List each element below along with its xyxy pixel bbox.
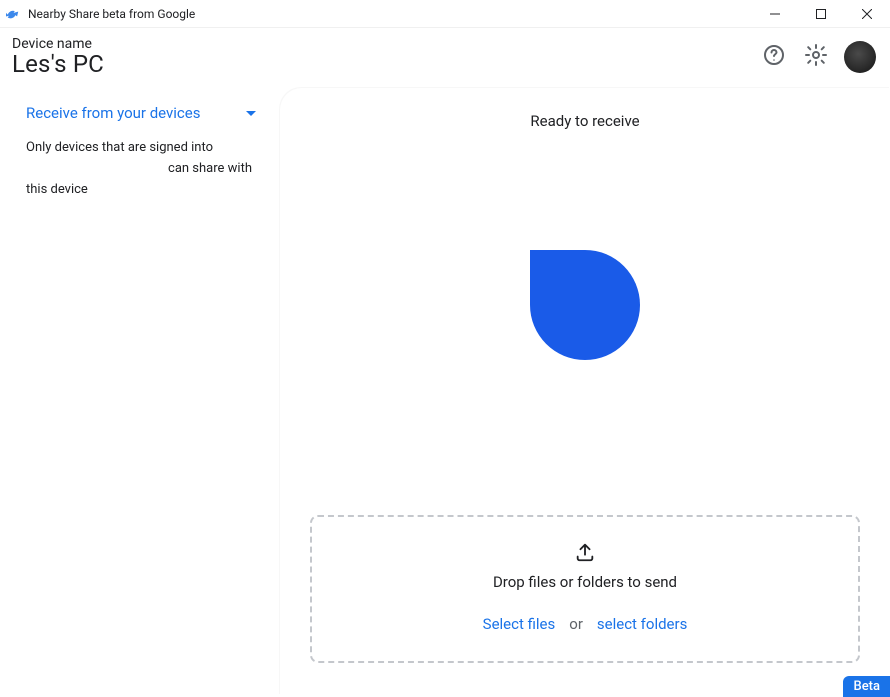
help-button[interactable] <box>760 43 788 71</box>
ready-status: Ready to receive <box>530 112 639 130</box>
titlebar: Nearby Share beta from Google <box>0 0 890 28</box>
settings-button[interactable] <box>802 43 830 71</box>
app-icon <box>6 7 20 21</box>
desc-line-3: this device <box>26 182 88 197</box>
content: Receive from your devices Only devices t… <box>0 88 890 695</box>
dropzone[interactable]: Drop files or folders to send Select fil… <box>310 515 860 663</box>
receive-mode-dropdown[interactable]: Receive from your devices <box>26 100 264 126</box>
upload-icon <box>574 541 596 567</box>
desc-line-1: Only devices that are signed into <box>26 140 213 155</box>
close-button[interactable] <box>844 0 890 28</box>
minimize-button[interactable] <box>752 0 798 28</box>
nearby-share-logo <box>530 250 640 360</box>
window-title: Nearby Share beta from Google <box>28 7 195 21</box>
help-icon <box>762 43 786 71</box>
or-text: or <box>569 615 583 633</box>
drop-text: Drop files or folders to send <box>493 573 677 591</box>
select-files-link[interactable]: Select files <box>483 615 556 633</box>
header-actions <box>760 41 876 73</box>
maximize-button[interactable] <box>798 0 844 28</box>
main-panel: Ready to receive Drop files or folders t… <box>280 88 890 695</box>
select-folders-link[interactable]: select folders <box>597 615 687 633</box>
receive-mode-label: Receive from your devices <box>26 104 246 122</box>
titlebar-left: Nearby Share beta from Google <box>6 7 195 21</box>
device-name: Les's PC <box>12 50 104 78</box>
header: Device name Les's PC <box>0 28 890 88</box>
sidebar: Receive from your devices Only devices t… <box>0 88 280 695</box>
chevron-down-icon <box>246 111 256 116</box>
device-block: Device name Les's PC <box>12 36 104 78</box>
receive-mode-description: Only devices that are signed into can sh… <box>26 138 264 200</box>
drop-actions: Select files or select folders <box>483 615 688 633</box>
desc-line-2: can share with <box>26 159 252 180</box>
window-controls <box>752 0 890 28</box>
beta-badge: Beta <box>843 676 890 697</box>
gear-icon <box>804 43 828 71</box>
avatar[interactable] <box>844 41 876 73</box>
